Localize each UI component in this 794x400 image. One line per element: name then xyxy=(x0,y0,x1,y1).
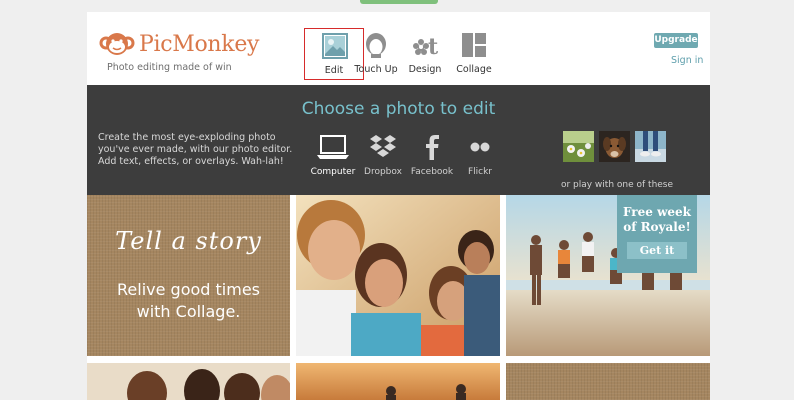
sample-photo-dog[interactable] xyxy=(599,131,630,162)
royale-tile[interactable]: Free week of Royale! Get it xyxy=(506,195,710,356)
band-title: Choose a photo to edit xyxy=(301,99,496,119)
laptop-icon xyxy=(317,135,349,159)
image-icon xyxy=(322,33,348,59)
source-facebook[interactable]: Facebook xyxy=(409,133,455,177)
source-dropbox[interactable]: Dropbox xyxy=(360,133,406,177)
upgrade-button[interactable]: Upgrade xyxy=(654,33,698,48)
friends-photo xyxy=(296,195,500,356)
collage-tile[interactable]: Tell a story Relive good times with Coll… xyxy=(87,195,290,356)
photo-source-band: Choose a photo to edit Create the most e… xyxy=(87,85,710,195)
tile-subtext-line1: Relive good times xyxy=(117,280,260,299)
tile-subtext: Relive good times with Collage. xyxy=(87,279,290,323)
svg-text:t: t xyxy=(428,34,439,58)
source-flickr[interactable]: Flickr xyxy=(457,133,503,177)
top-tab-indicator xyxy=(360,0,438,4)
tool-collage-label: Collage xyxy=(456,64,492,75)
tile-subtext-line2: with Collage. xyxy=(136,302,241,321)
royale-get-it-button[interactable]: Get it xyxy=(627,242,687,259)
royale-promo-line1: Free week xyxy=(623,205,691,219)
royale-promo-badge: Free week of Royale! Get it xyxy=(617,195,697,273)
sample-photo-flowers[interactable] xyxy=(563,131,594,162)
source-computer[interactable]: Computer xyxy=(310,133,356,177)
royale-promo-title: Free week of Royale! xyxy=(617,205,697,235)
tool-collage[interactable]: Collage xyxy=(444,28,504,80)
picmonkey-logo[interactable]: PicMonkey xyxy=(99,30,259,58)
design-icon: t xyxy=(413,34,439,58)
friends-photo-tile[interactable] xyxy=(296,195,500,356)
people-photo xyxy=(87,363,290,400)
burlap-tile[interactable] xyxy=(506,363,710,400)
brand-name: PicMonkey xyxy=(139,31,260,57)
royale-promo-line2: of Royale! xyxy=(623,220,691,234)
signin-link[interactable]: Sign in xyxy=(671,55,703,66)
face-icon xyxy=(366,33,386,58)
collage-icon xyxy=(462,33,486,57)
source-flickr-label: Flickr xyxy=(467,167,493,177)
brand-tagline: Photo editing made of win xyxy=(107,62,232,73)
sunset-photo-tile[interactable] xyxy=(296,363,500,400)
site-header: PicMonkey Photo editing made of win Edit… xyxy=(87,12,710,85)
main-page: PicMonkey Photo editing made of win Edit… xyxy=(87,12,710,400)
monkey-logo-icon xyxy=(99,30,135,58)
sunset-photo xyxy=(296,363,500,400)
people-photo-tile[interactable] xyxy=(87,363,290,400)
facebook-icon xyxy=(426,135,439,160)
sample-photo-feet[interactable] xyxy=(635,131,666,162)
band-description: Create the most eye-exploding photo you'… xyxy=(98,132,293,167)
samples-label: or play with one of these xyxy=(560,180,674,190)
dropbox-icon xyxy=(370,135,396,157)
tile-script-text: Tell a story xyxy=(115,227,262,255)
flickr-icon xyxy=(470,142,490,152)
